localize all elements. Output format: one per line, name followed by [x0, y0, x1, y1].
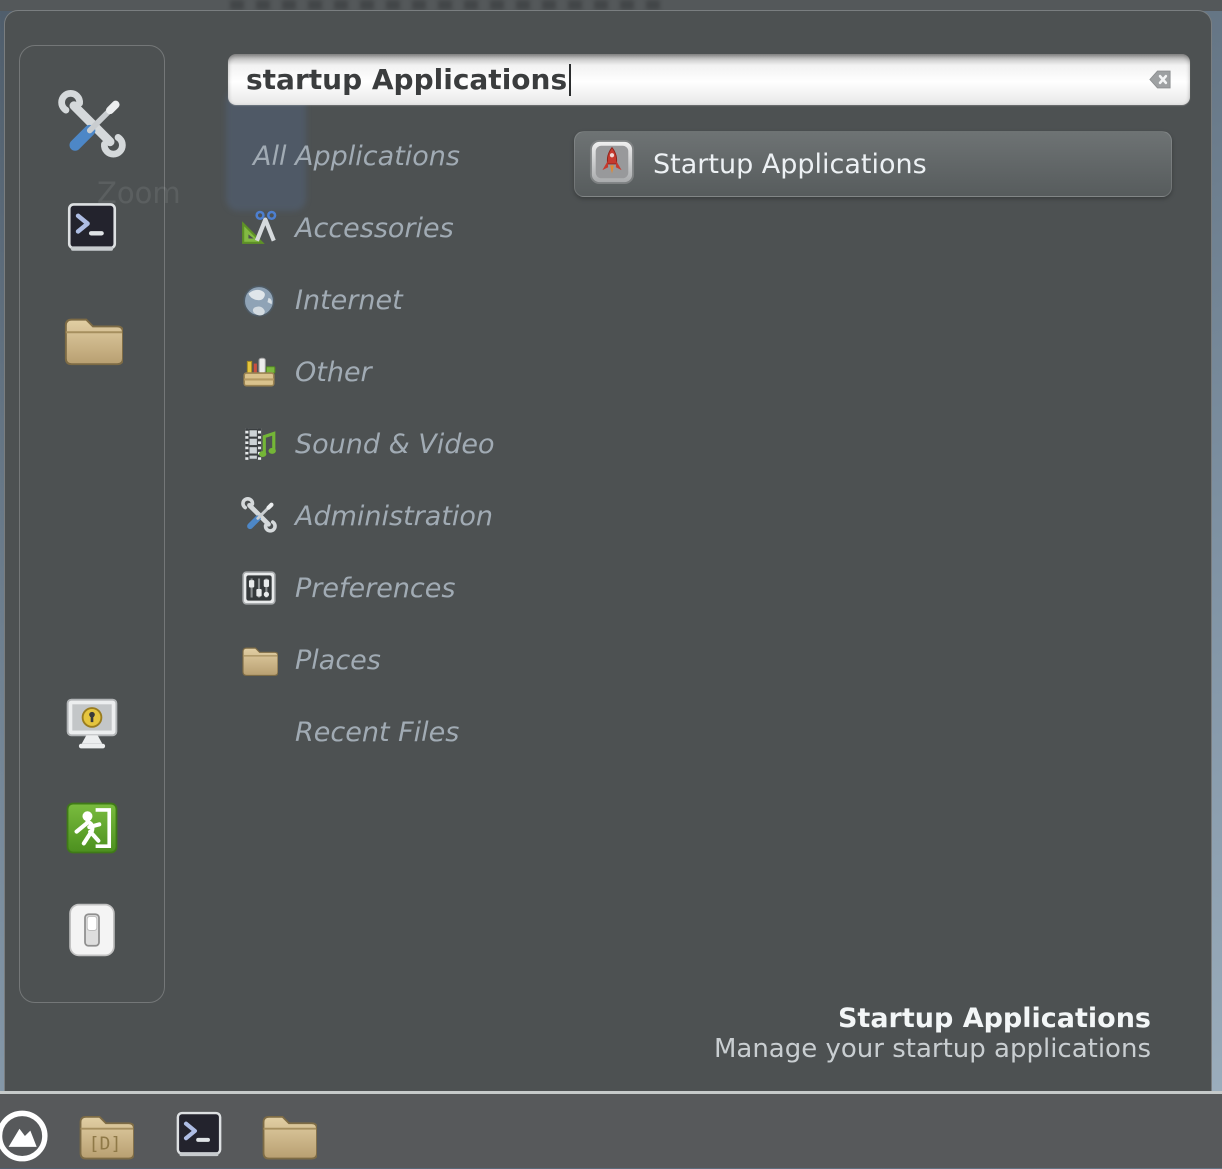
sliders-panel-icon: [239, 568, 279, 608]
category-sound-video[interactable]: Sound & Video: [239, 408, 569, 480]
terminal-launcher[interactable]: [172, 1109, 226, 1165]
selection-info: Startup Applications Manage your startup…: [714, 1003, 1151, 1065]
category-other[interactable]: Other: [239, 336, 569, 408]
category-label: Internet: [295, 285, 403, 316]
search-result-label: Startup Applications: [653, 149, 927, 180]
terminal-button[interactable]: [64, 200, 120, 260]
search-input-value: startup Applications: [246, 63, 567, 96]
category-preferences[interactable]: Preferences: [239, 552, 569, 624]
folder-icon: [61, 355, 123, 374]
category-label: Places: [295, 645, 381, 676]
mint-menu-panel: Zoom startup Applications All Applicati: [4, 10, 1212, 1091]
category-all-applications[interactable]: All Applications: [239, 120, 569, 192]
taskbar: [0, 1091, 1222, 1168]
clear-search-button[interactable]: [1144, 66, 1176, 93]
category-list: All Applications Accessories Internet Ot…: [239, 120, 569, 768]
exit-door-icon: [63, 842, 121, 861]
clear-backspace-icon: [1144, 78, 1176, 97]
empty-icon-slot: [239, 712, 279, 752]
monitor-lock-icon: [62, 739, 122, 758]
toolbox-icon: [239, 352, 279, 392]
power-switch-icon: [64, 943, 120, 962]
category-label: Administration: [295, 501, 493, 532]
category-label: Accessories: [295, 213, 454, 244]
desktop-folder-launcher[interactable]: [74, 1106, 136, 1168]
drafting-tools-icon: [239, 208, 279, 248]
category-label: Preferences: [295, 573, 455, 604]
crossed-tools-icon: [56, 147, 128, 166]
file-manager-launcher[interactable]: [257, 1106, 319, 1168]
rocket-app-icon: [589, 139, 635, 189]
search-result-startup-applications[interactable]: Startup Applications: [574, 131, 1172, 197]
file-manager-button[interactable]: [61, 308, 123, 374]
film-and-note-icon: [239, 424, 279, 464]
folder-icon: [239, 640, 279, 680]
category-internet[interactable]: Internet: [239, 264, 569, 336]
category-administration[interactable]: Administration: [239, 480, 569, 552]
text-caret: [569, 64, 571, 96]
terminal-icon: [64, 241, 120, 260]
crossed-tools-icon: [239, 496, 279, 536]
lock-screen-button[interactable]: [62, 694, 122, 758]
shutdown-button[interactable]: [64, 902, 120, 962]
menu-launcher-button[interactable]: [0, 1107, 53, 1169]
category-label: Other: [295, 357, 372, 388]
search-input[interactable]: startup Applications: [228, 54, 1190, 105]
category-label: Sound & Video: [295, 429, 494, 460]
mint-logo-icon: [0, 1150, 53, 1169]
globe-icon: [239, 280, 279, 320]
logout-button[interactable]: [63, 799, 121, 861]
category-label: Recent Files: [295, 717, 459, 748]
folder-icon: [257, 1149, 319, 1168]
selection-title: Startup Applications: [714, 1003, 1151, 1034]
selection-description: Manage your startup applications: [714, 1034, 1151, 1065]
terminal-icon: [172, 1146, 226, 1165]
background-window-text-blur: [230, 0, 660, 10]
category-recent-files[interactable]: Recent Files: [239, 696, 569, 768]
system-tools-button[interactable]: [56, 90, 128, 166]
category-accessories[interactable]: Accessories: [239, 192, 569, 264]
category-places[interactable]: Places: [239, 624, 569, 696]
folder-d-icon: [74, 1149, 136, 1168]
category-label: All Applications: [253, 141, 460, 172]
sidebar: [19, 45, 165, 1003]
